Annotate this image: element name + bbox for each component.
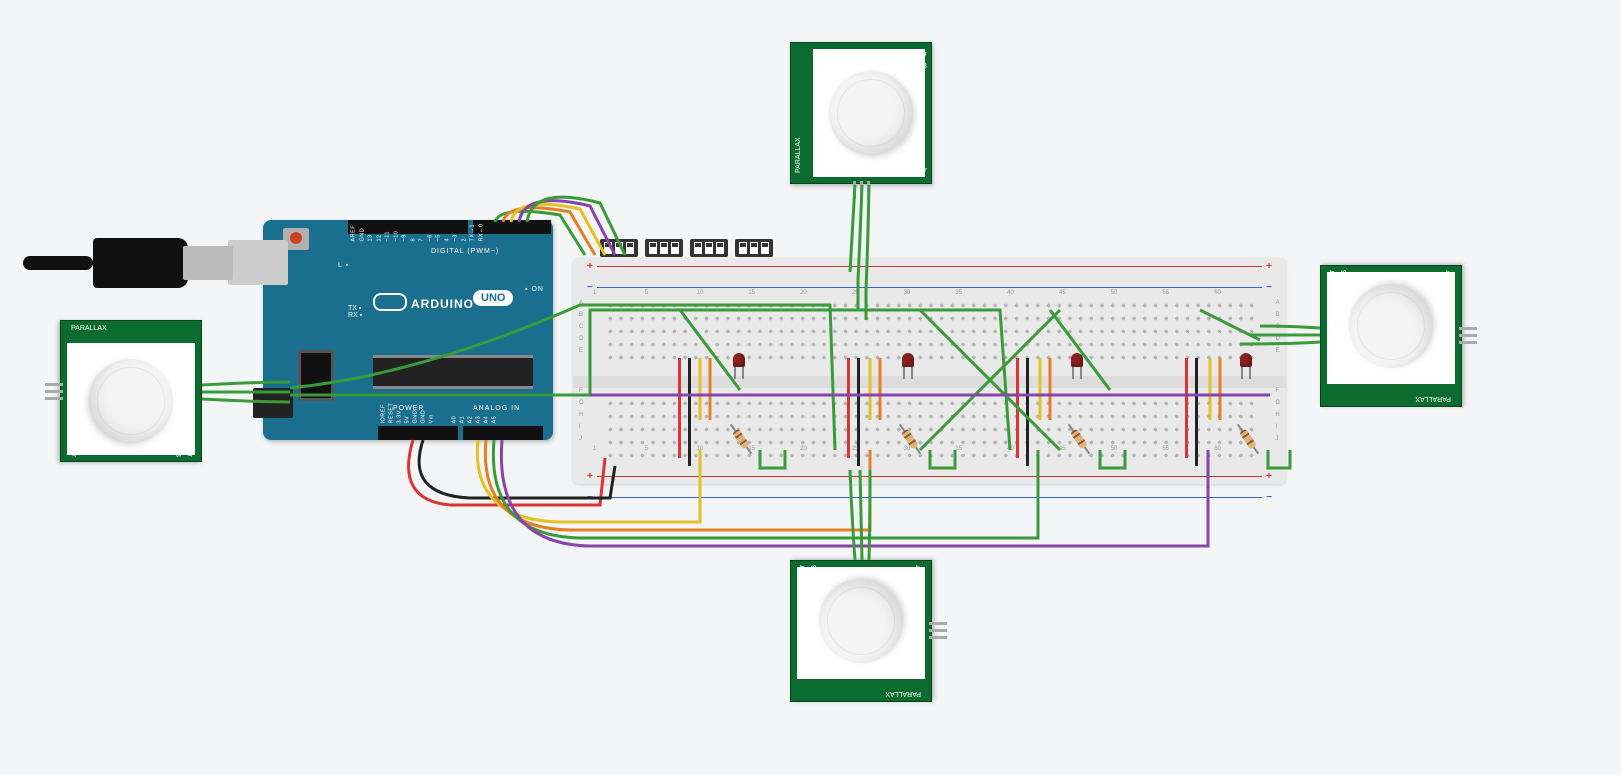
breadboard-row-labels-right-top: ABCDE	[1276, 300, 1280, 354]
jumper-red-4[interactable]	[1185, 358, 1188, 458]
arduino-analog-label: ANALOG IN	[473, 405, 520, 412]
arduino-top-pin-labels: AREFGND1312~11~10~987~6~54~32TX→1RX←0	[351, 236, 551, 242]
arduino-usb-port	[228, 240, 288, 285]
breadboard-row-labels-right-bot: FGHIJ	[1275, 388, 1280, 442]
jumper-black-4[interactable]	[1195, 358, 1198, 466]
arduino-digital-header-1[interactable]	[348, 220, 468, 234]
jumper-black-2[interactable]	[857, 358, 860, 466]
breadboard-col-numbers-bot: 151015202530354045505560	[593, 446, 1266, 452]
dip-switch-1[interactable]	[600, 239, 638, 257]
breadboard-top-power-rail[interactable]: + − + −	[585, 264, 1274, 290]
arduino-uno-badge: UNO	[473, 290, 513, 306]
pir-sensor-top[interactable]: PARALLAX PIR Sensor Rev B 555-28027	[790, 42, 932, 184]
dip-switch-4[interactable]	[735, 239, 773, 257]
arduino-secondary-chip	[298, 350, 334, 401]
arduino-uno-board[interactable]: ARDUINO UNO TX ▪ RX ▪ ▪ ON L ▪ DIGITAL (…	[263, 220, 553, 440]
arduino-power-jack	[253, 388, 293, 418]
led-1[interactable]	[733, 353, 747, 371]
arduino-logo: ARDUINO	[373, 290, 474, 311]
pir-sensor-left[interactable]: PARALLAX PIR Sensor Rev B 555-28027	[60, 320, 202, 462]
arduino-l-led: L ▪	[338, 262, 349, 269]
arduino-analog-header[interactable]	[463, 426, 543, 440]
pir-sensor-right[interactable]: PARALLAX PIR Sensor Rev B 555-28027	[1320, 265, 1462, 407]
dip-switch-3[interactable]	[690, 239, 728, 257]
arduino-digital-header-2[interactable]	[473, 220, 551, 234]
jumper-red-2[interactable]	[847, 358, 850, 458]
arduino-bottom-pin-labels: IOREFRESET3.3V5VGNDGNDVin A0A1A2A3A4A5	[381, 418, 551, 424]
led-2[interactable]	[902, 353, 916, 371]
breadboard-bottom-power-rail[interactable]: + − + −	[585, 474, 1274, 500]
pir-sensor-bottom[interactable]: PARALLAX PIR Sensor Rev B 555-28027	[790, 560, 932, 702]
dip-switch-2[interactable]	[645, 239, 683, 257]
jumper-red-1[interactable]	[678, 358, 681, 458]
arduino-txrx-leds: TX ▪ RX ▪	[348, 305, 362, 319]
jumper-black-1[interactable]	[688, 358, 691, 466]
led-4[interactable]	[1240, 353, 1254, 371]
usb-cable[interactable]	[33, 238, 233, 288]
breadboard-row-labels-left-top: ABCDE	[579, 300, 583, 354]
breadboard-row-labels-left-bot: FGHIJ	[579, 388, 584, 442]
jumper-black-3[interactable]	[1026, 358, 1029, 466]
arduino-power-header[interactable]	[378, 426, 458, 440]
led-3[interactable]	[1071, 353, 1085, 371]
jumper-red-3[interactable]	[1016, 358, 1019, 458]
arduino-on-led: ▪ ON	[525, 286, 544, 293]
arduino-atmega-chip	[373, 355, 533, 389]
arduino-digital-label: DIGITAL (PWM~)	[431, 248, 499, 255]
